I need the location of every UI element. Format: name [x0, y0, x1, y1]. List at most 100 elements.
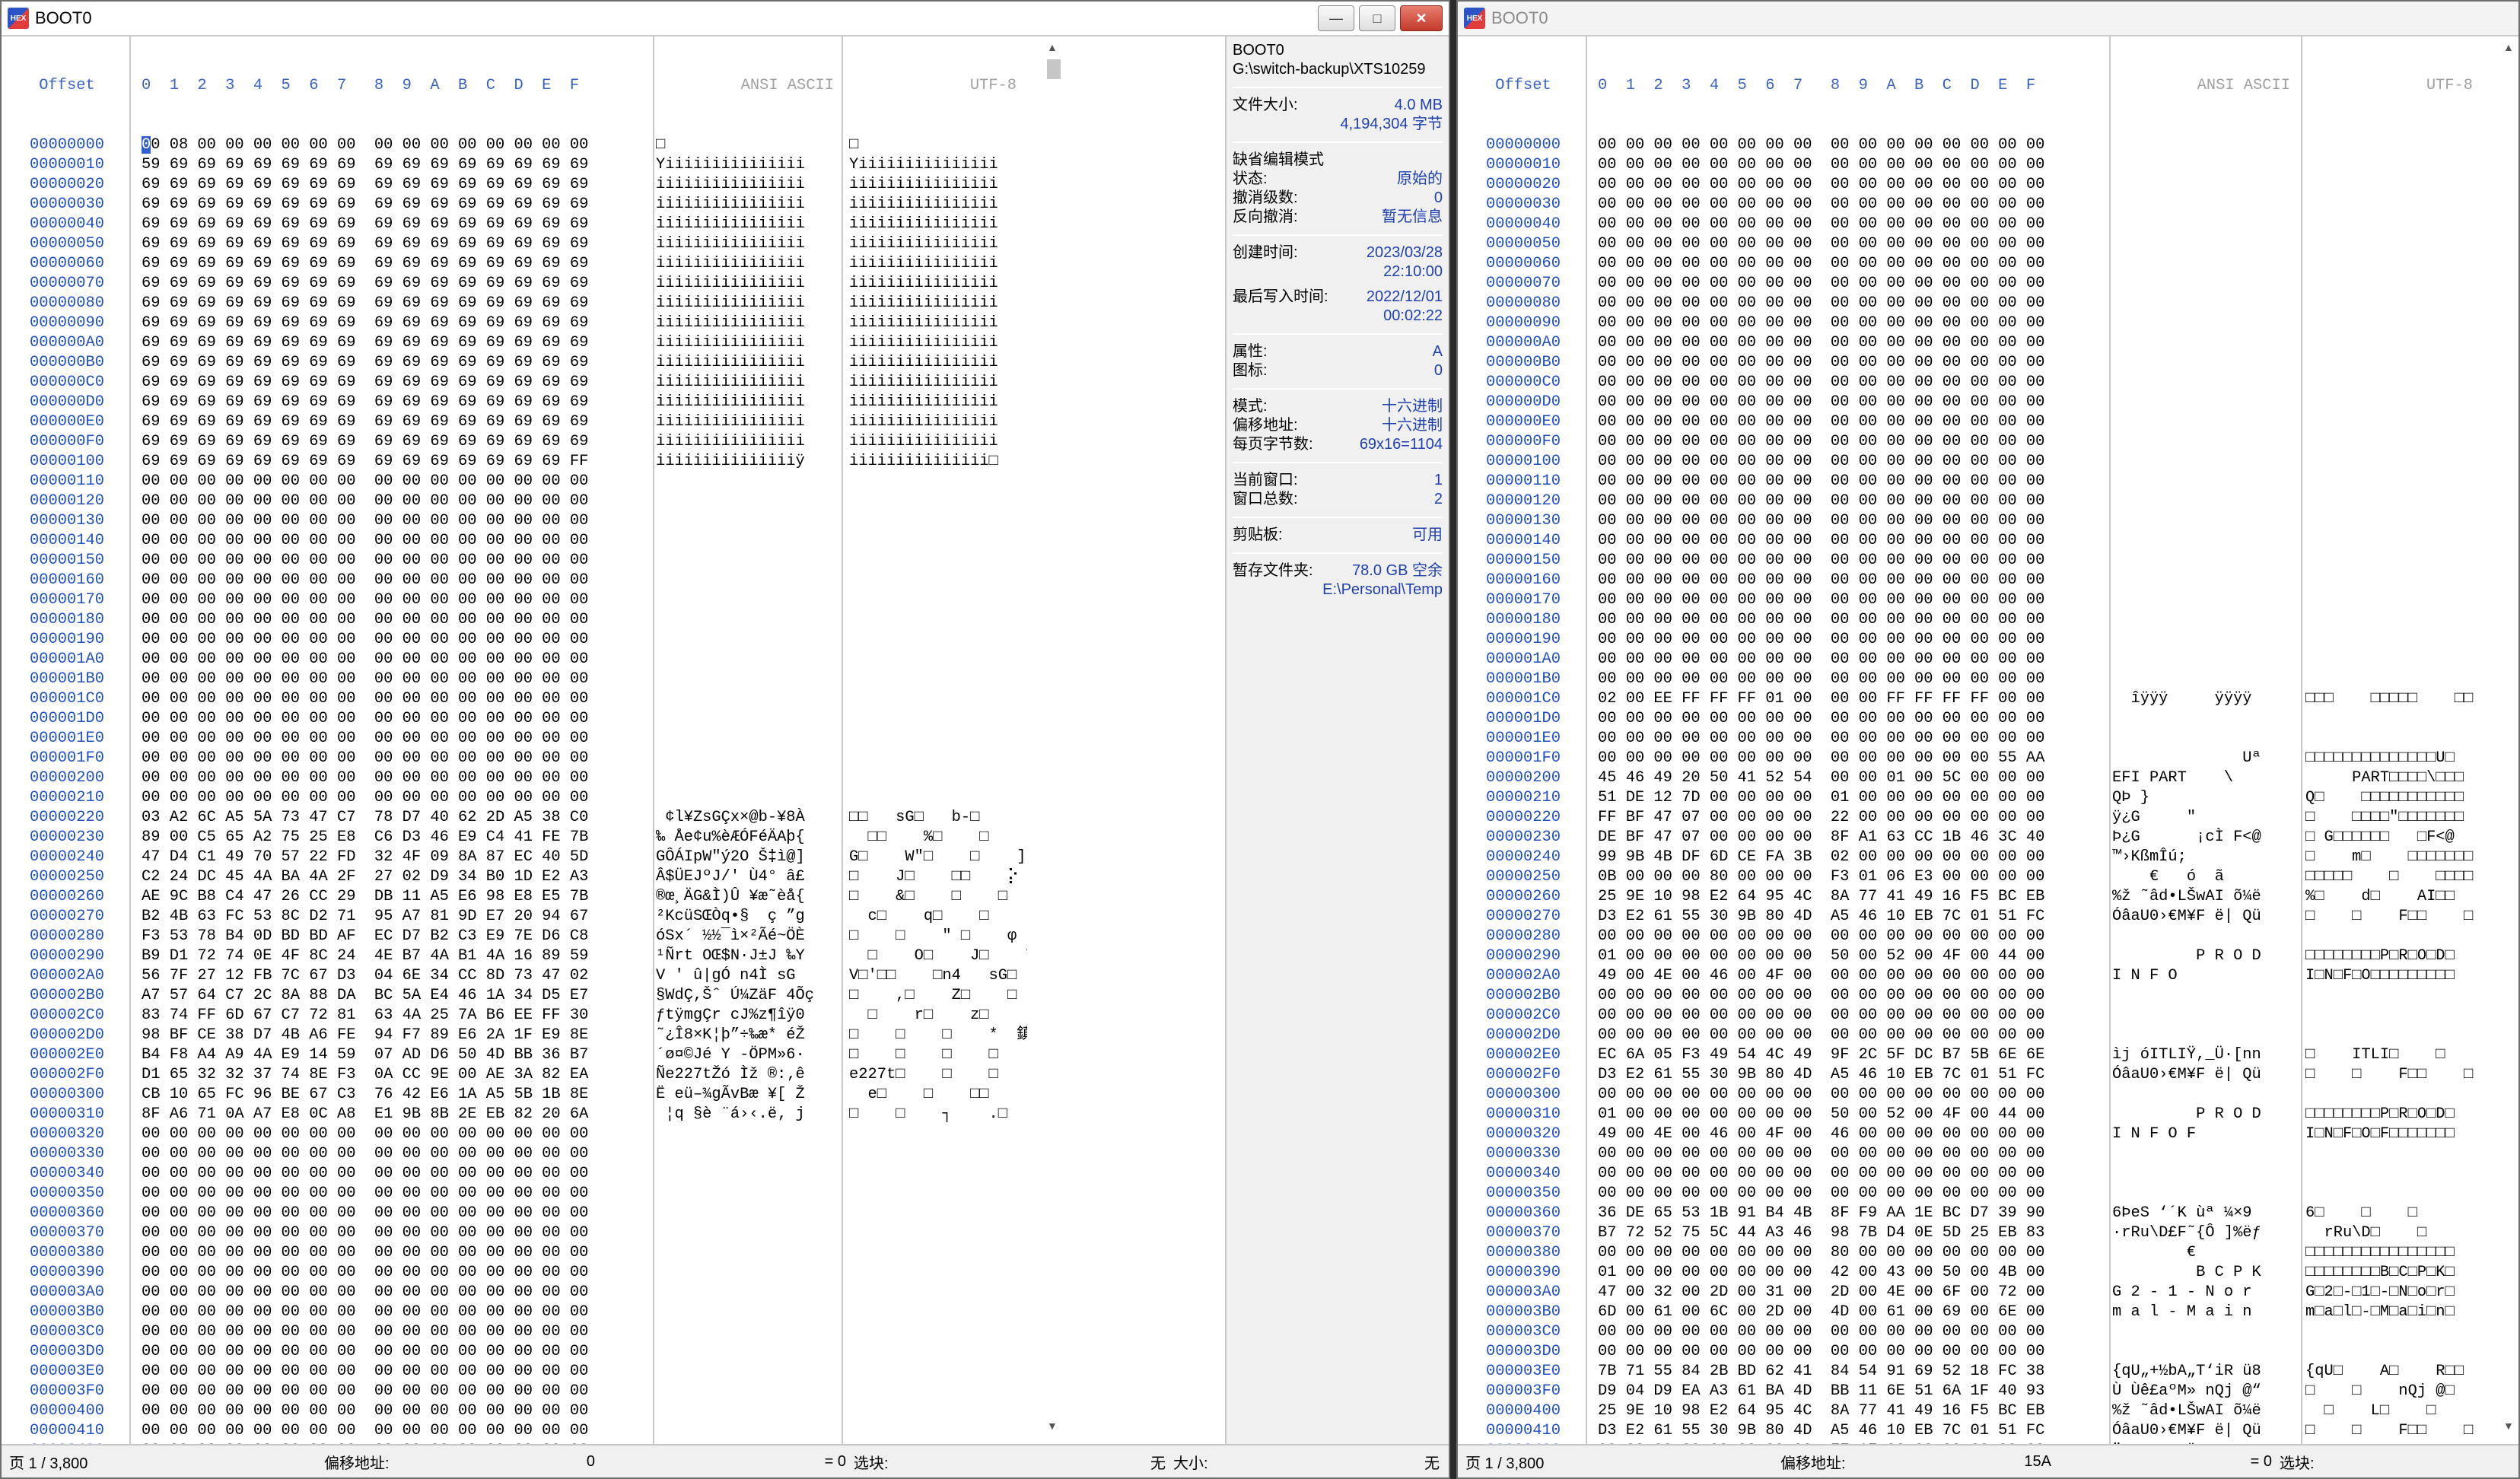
utf8-text-cell[interactable] — [2301, 135, 2483, 155]
hex-row[interactable]: 000000E0 69 69 69 69 69 69 69 69 69 69 69… — [2, 412, 1044, 432]
hex-bytes-cell[interactable]: 00 00 00 00 00 00 00 00 00 00 00 00 00 0… — [132, 788, 651, 808]
hex-row[interactable]: 00000360 00 00 00 00 00 00 00 00 00 00 00… — [2, 1204, 1044, 1223]
hex-bytes-cell[interactable]: A7 57 64 C7 2C 8A 88 DA BC 5A E4 46 1A 3… — [132, 986, 651, 1006]
ansi-text-cell[interactable] — [2108, 1164, 2301, 1184]
ansi-text-cell[interactable]: {qU„+½bA„T‘iR ü8 — [2108, 1362, 2301, 1382]
hex-row[interactable]: 000002C0 83 74 FF 6D 67 C7 72 81 63 4A 25… — [2, 1006, 1044, 1026]
title-bar[interactable]: HEX BOOT0 — [1458, 2, 2518, 37]
hex-bytes-cell[interactable]: 00 00 00 00 00 00 00 00 00 00 00 00 00 0… — [1589, 630, 2108, 650]
ansi-text-cell[interactable]: iiiiiiiiiiiiiiii — [651, 333, 845, 353]
hex-row[interactable]: 000002E0 EC 6A 05 F3 49 54 4C 49 9F 2C 5F… — [1458, 1045, 2497, 1065]
hex-bytes-cell[interactable]: 00 00 00 00 00 00 00 00 00 00 00 00 00 0… — [1589, 1144, 2108, 1164]
utf8-text-cell[interactable] — [845, 511, 1027, 531]
ansi-text-cell[interactable]: %ž ˜âd•LŠwAI õ¼ë — [2108, 1401, 2301, 1421]
ansi-text-cell[interactable]: ‰ Åe¢u%èÆÓFéÄAþ{ — [651, 828, 845, 848]
ansi-text-cell[interactable] — [2108, 155, 2301, 175]
hex-row[interactable]: 00000310 8F A6 71 0A A7 E8 0C A8 E1 9B 8B… — [2, 1105, 1044, 1124]
utf8-text-cell[interactable]: □ G□□□□□□ □F<@ — [2301, 828, 2483, 848]
hex-bytes-cell[interactable]: 00 00 00 00 00 00 00 00 00 00 00 00 00 0… — [1589, 927, 2108, 946]
hex-row[interactable]: 00000230 DE BF 47 07 00 00 00 00 8F A1 63… — [1458, 828, 2497, 848]
utf8-text-cell[interactable] — [2301, 452, 2483, 472]
ansi-text-cell[interactable] — [651, 1342, 845, 1362]
hex-bytes-cell[interactable]: 01 00 00 00 00 00 00 00 50 00 52 00 4F 0… — [1589, 1105, 2108, 1124]
hex-row[interactable]: 00000040 69 69 69 69 69 69 69 69 69 69 69… — [2, 215, 1044, 234]
hex-bytes-cell[interactable]: 00 00 00 00 00 00 00 00 00 00 00 00 00 0… — [1589, 234, 2108, 254]
hex-row[interactable]: 000000B0 00 00 00 00 00 00 00 00 00 00 00… — [1458, 353, 2497, 373]
utf8-text-cell[interactable] — [2301, 234, 2483, 254]
ansi-text-cell[interactable] — [2108, 135, 2301, 155]
ansi-text-cell[interactable] — [2108, 729, 2301, 749]
hex-bytes-cell[interactable]: 69 69 69 69 69 69 69 69 69 69 69 69 69 6… — [132, 393, 651, 412]
hex-bytes-cell[interactable]: 00 00 00 00 00 00 00 00 00 00 00 00 00 0… — [1589, 986, 2108, 1006]
hex-bytes-cell[interactable]: 00 00 00 00 00 00 00 00 00 00 00 00 00 0… — [1589, 472, 2108, 491]
ansi-text-cell[interactable] — [2108, 412, 2301, 432]
hex-row[interactable]: 000000C0 00 00 00 00 00 00 00 00 00 00 00… — [1458, 373, 2497, 393]
hex-row[interactable]: 000001E0 00 00 00 00 00 00 00 00 00 00 00… — [2, 729, 1044, 749]
hex-bytes-cell[interactable]: 69 69 69 69 69 69 69 69 69 69 69 69 69 6… — [132, 412, 651, 432]
hex-row[interactable]: 000001A0 00 00 00 00 00 00 00 00 00 00 00… — [2, 650, 1044, 670]
hex-row[interactable]: 000003B0 6D 00 61 00 6C 00 2D 00 4D 00 61… — [1458, 1302, 2497, 1322]
hex-bytes-cell[interactable]: 00 00 00 00 00 00 00 00 00 00 00 00 00 0… — [132, 1184, 651, 1204]
ansi-text-cell[interactable]: I N F O — [2108, 966, 2301, 986]
utf8-text-cell[interactable] — [845, 630, 1027, 650]
utf8-text-cell[interactable] — [845, 749, 1027, 768]
hex-row[interactable]: 000002D0 00 00 00 00 00 00 00 00 00 00 00… — [1458, 1026, 2497, 1045]
hex-view[interactable]: Offset 0 1 2 3 4 5 6 7 8 9 A B C D E F A… — [2, 37, 1044, 1444]
hex-bytes-cell[interactable]: 00 00 00 00 00 00 00 00 00 00 00 00 00 0… — [132, 1362, 651, 1382]
hex-bytes-cell[interactable]: 01 00 00 00 00 00 00 00 50 00 52 00 4F 0… — [1589, 946, 2108, 966]
utf8-text-cell[interactable] — [845, 590, 1027, 610]
hex-bytes-cell[interactable]: 00 00 00 00 00 00 00 00 00 00 00 00 00 0… — [1589, 670, 2108, 689]
hex-row[interactable]: 00000060 69 69 69 69 69 69 69 69 69 69 69… — [2, 254, 1044, 274]
hex-row[interactable]: 00000390 00 00 00 00 00 00 00 00 00 00 00… — [2, 1263, 1044, 1283]
ansi-text-cell[interactable]: iiiiiiiiiiiiiiii — [651, 234, 845, 254]
hex-row[interactable]: 00000020 00 00 00 00 00 00 00 00 00 00 00… — [1458, 175, 2497, 195]
utf8-text-cell[interactable]: iiiiiiiiiiiiiiii — [845, 215, 1027, 234]
ansi-text-cell[interactable] — [2108, 531, 2301, 551]
ansi-text-cell[interactable]: ˜¿Î8×K¦þ”÷‰æ* éŽ — [651, 1026, 845, 1045]
hex-bytes-cell[interactable]: 49 00 4E 00 46 00 4F 00 46 00 00 00 00 0… — [1589, 1124, 2108, 1144]
hex-row[interactable]: 000002C0 00 00 00 00 00 00 00 00 00 00 00… — [1458, 1006, 2497, 1026]
hex-bytes-cell[interactable]: 00 00 00 00 00 00 00 00 80 00 00 00 00 0… — [1589, 1243, 2108, 1263]
ansi-text-cell[interactable]: iiiiiiiiiiiiiiii — [651, 195, 845, 215]
hex-bytes-cell[interactable]: B4 F8 A4 A9 4A E9 14 59 07 AD D6 50 4D B… — [132, 1045, 651, 1065]
hex-row[interactable]: 000002D0 98 BF CE 38 D7 4B A6 FE 94 F7 89… — [2, 1026, 1044, 1045]
hex-row[interactable]: 00000130 00 00 00 00 00 00 00 00 00 00 00… — [2, 511, 1044, 531]
ansi-text-cell[interactable] — [2108, 491, 2301, 511]
utf8-text-cell[interactable]: □ O□ J□ Y — [845, 946, 1027, 966]
hex-bytes-cell[interactable]: 00 00 00 00 00 00 00 00 00 00 00 00 00 0… — [1589, 610, 2108, 630]
ansi-text-cell[interactable]: Uª — [2108, 749, 2301, 768]
hex-bytes-cell[interactable]: 00 00 00 00 00 00 00 00 00 00 00 00 00 0… — [132, 1283, 651, 1302]
utf8-text-cell[interactable] — [2301, 670, 2483, 689]
hex-row[interactable]: 000000F0 69 69 69 69 69 69 69 69 69 69 69… — [2, 432, 1044, 452]
ansi-text-cell[interactable] — [2108, 986, 2301, 1006]
ansi-text-cell[interactable] — [651, 1362, 845, 1382]
hex-bytes-cell[interactable]: AE 9C B8 C4 47 26 CC 29 DB 11 A5 E6 98 E… — [132, 887, 651, 907]
vertical-scrollbar[interactable]: ▲ ▼ — [2500, 41, 2518, 1432]
utf8-text-cell[interactable]: Yiiiiiiiiiiiiiii — [845, 155, 1027, 175]
ansi-text-cell[interactable]: G 2 - 1 - N o r — [2108, 1283, 2301, 1302]
hex-row[interactable]: 00000040 00 00 00 00 00 00 00 00 00 00 00… — [1458, 215, 2497, 234]
ansi-text-cell[interactable] — [2108, 670, 2301, 689]
ansi-text-cell[interactable] — [651, 729, 845, 749]
hex-row[interactable]: 00000350 00 00 00 00 00 00 00 00 00 00 00… — [2, 1184, 1044, 1204]
hex-bytes-cell[interactable]: 00 00 00 00 00 00 00 00 00 00 00 00 00 0… — [132, 650, 651, 670]
hex-row[interactable]: 000003C0 00 00 00 00 00 00 00 00 00 00 00… — [1458, 1322, 2497, 1342]
hex-row[interactable]: 00000060 00 00 00 00 00 00 00 00 00 00 00… — [1458, 254, 2497, 274]
hex-bytes-cell[interactable]: F3 53 78 B4 0D BD BD AF EC D7 B2 C3 E9 7… — [132, 927, 651, 946]
utf8-text-cell[interactable] — [845, 472, 1027, 491]
utf8-text-cell[interactable]: □ &□ □ □ { — [845, 887, 1027, 907]
utf8-text-cell[interactable]: V□'□□ □n4 sG□ — [845, 966, 1027, 986]
utf8-text-cell[interactable]: □□□□□□□□P□R□O□D□ — [2301, 1105, 2483, 1124]
ansi-text-cell[interactable] — [2108, 452, 2301, 472]
hex-row[interactable]: 00000270 D3 E2 61 55 30 9B 80 4D A5 46 10… — [1458, 907, 2497, 927]
ansi-text-cell[interactable]: ®œ¸ÄG&Ì)Û ¥æ˜èå{ — [651, 887, 845, 907]
ansi-text-cell[interactable]: ÓâaU0›€M¥F ë| Qü — [2108, 907, 2301, 927]
utf8-text-cell[interactable]: □□□□□□□□P□R□O□D□ — [2301, 946, 2483, 966]
ansi-text-cell[interactable]: € — [2108, 1243, 2301, 1263]
hex-row[interactable]: 00000210 00 00 00 00 00 00 00 00 00 00 00… — [2, 788, 1044, 808]
hex-row[interactable]: 00000000 00 08 00 00 00 00 00 00 00 00 00… — [2, 135, 1044, 155]
ansi-text-cell[interactable] — [651, 768, 845, 788]
ansi-text-cell[interactable]: iiiiiiiiiiiiiiii — [651, 274, 845, 294]
hex-row[interactable]: 00000030 69 69 69 69 69 69 69 69 69 69 69… — [2, 195, 1044, 215]
utf8-text-cell[interactable]: □ — [845, 135, 1027, 155]
